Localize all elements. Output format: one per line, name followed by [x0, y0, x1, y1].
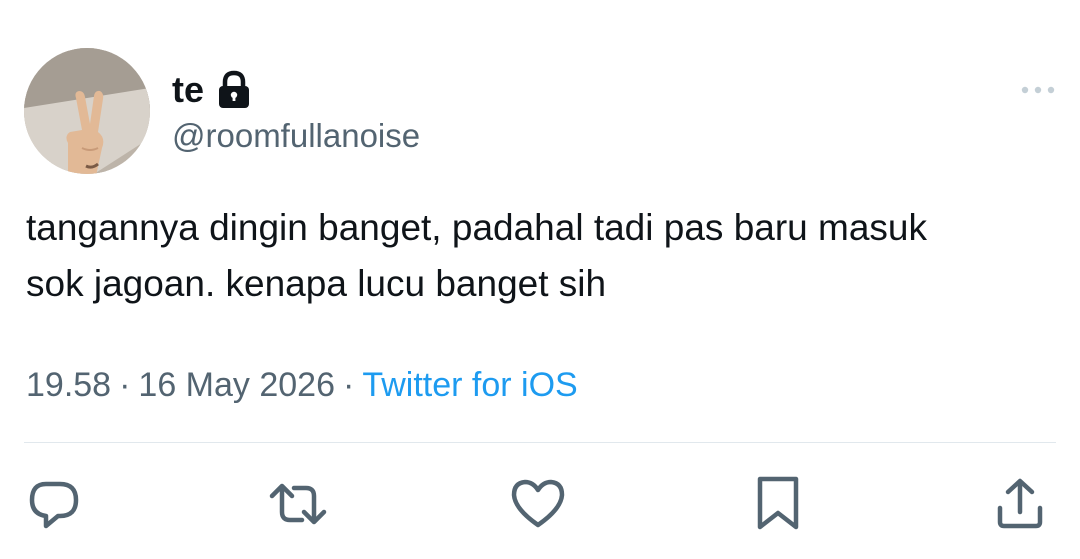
display-name[interactable]: te — [172, 64, 204, 116]
reply-button[interactable] — [24, 474, 84, 534]
user-handle[interactable]: @roomfullanoise — [172, 112, 420, 160]
tweet-time[interactable]: 19.58 — [26, 366, 111, 404]
tweet-source-link[interactable]: Twitter for iOS — [362, 366, 577, 404]
tweet-card: te @roomfullanoise tangannya dingin bang… — [0, 0, 1080, 559]
avatar-photo — [24, 48, 150, 174]
reply-icon — [29, 481, 79, 529]
share-icon — [997, 478, 1043, 529]
tweet-meta: 19.58 · 16 May 2026 · Twitter for iOS — [26, 360, 578, 410]
more-options-icon[interactable] — [1018, 80, 1058, 100]
retweet-button[interactable] — [268, 474, 328, 534]
meta-separator: · — [119, 366, 131, 404]
avatar[interactable] — [24, 48, 150, 174]
heart-icon — [511, 479, 565, 528]
bookmark-button[interactable] — [748, 474, 808, 534]
share-button[interactable] — [990, 474, 1050, 534]
retweet-icon — [269, 483, 327, 525]
lock-icon — [216, 70, 252, 110]
bookmark-icon — [757, 476, 799, 530]
tweet-text: tangannya dingin banget, padahal tadi pa… — [26, 207, 928, 304]
meta-separator: · — [343, 366, 355, 404]
name-row: te — [172, 64, 252, 116]
tweet-date[interactable]: 16 May 2026 — [138, 366, 335, 404]
divider — [24, 442, 1056, 443]
like-button[interactable] — [508, 474, 568, 534]
